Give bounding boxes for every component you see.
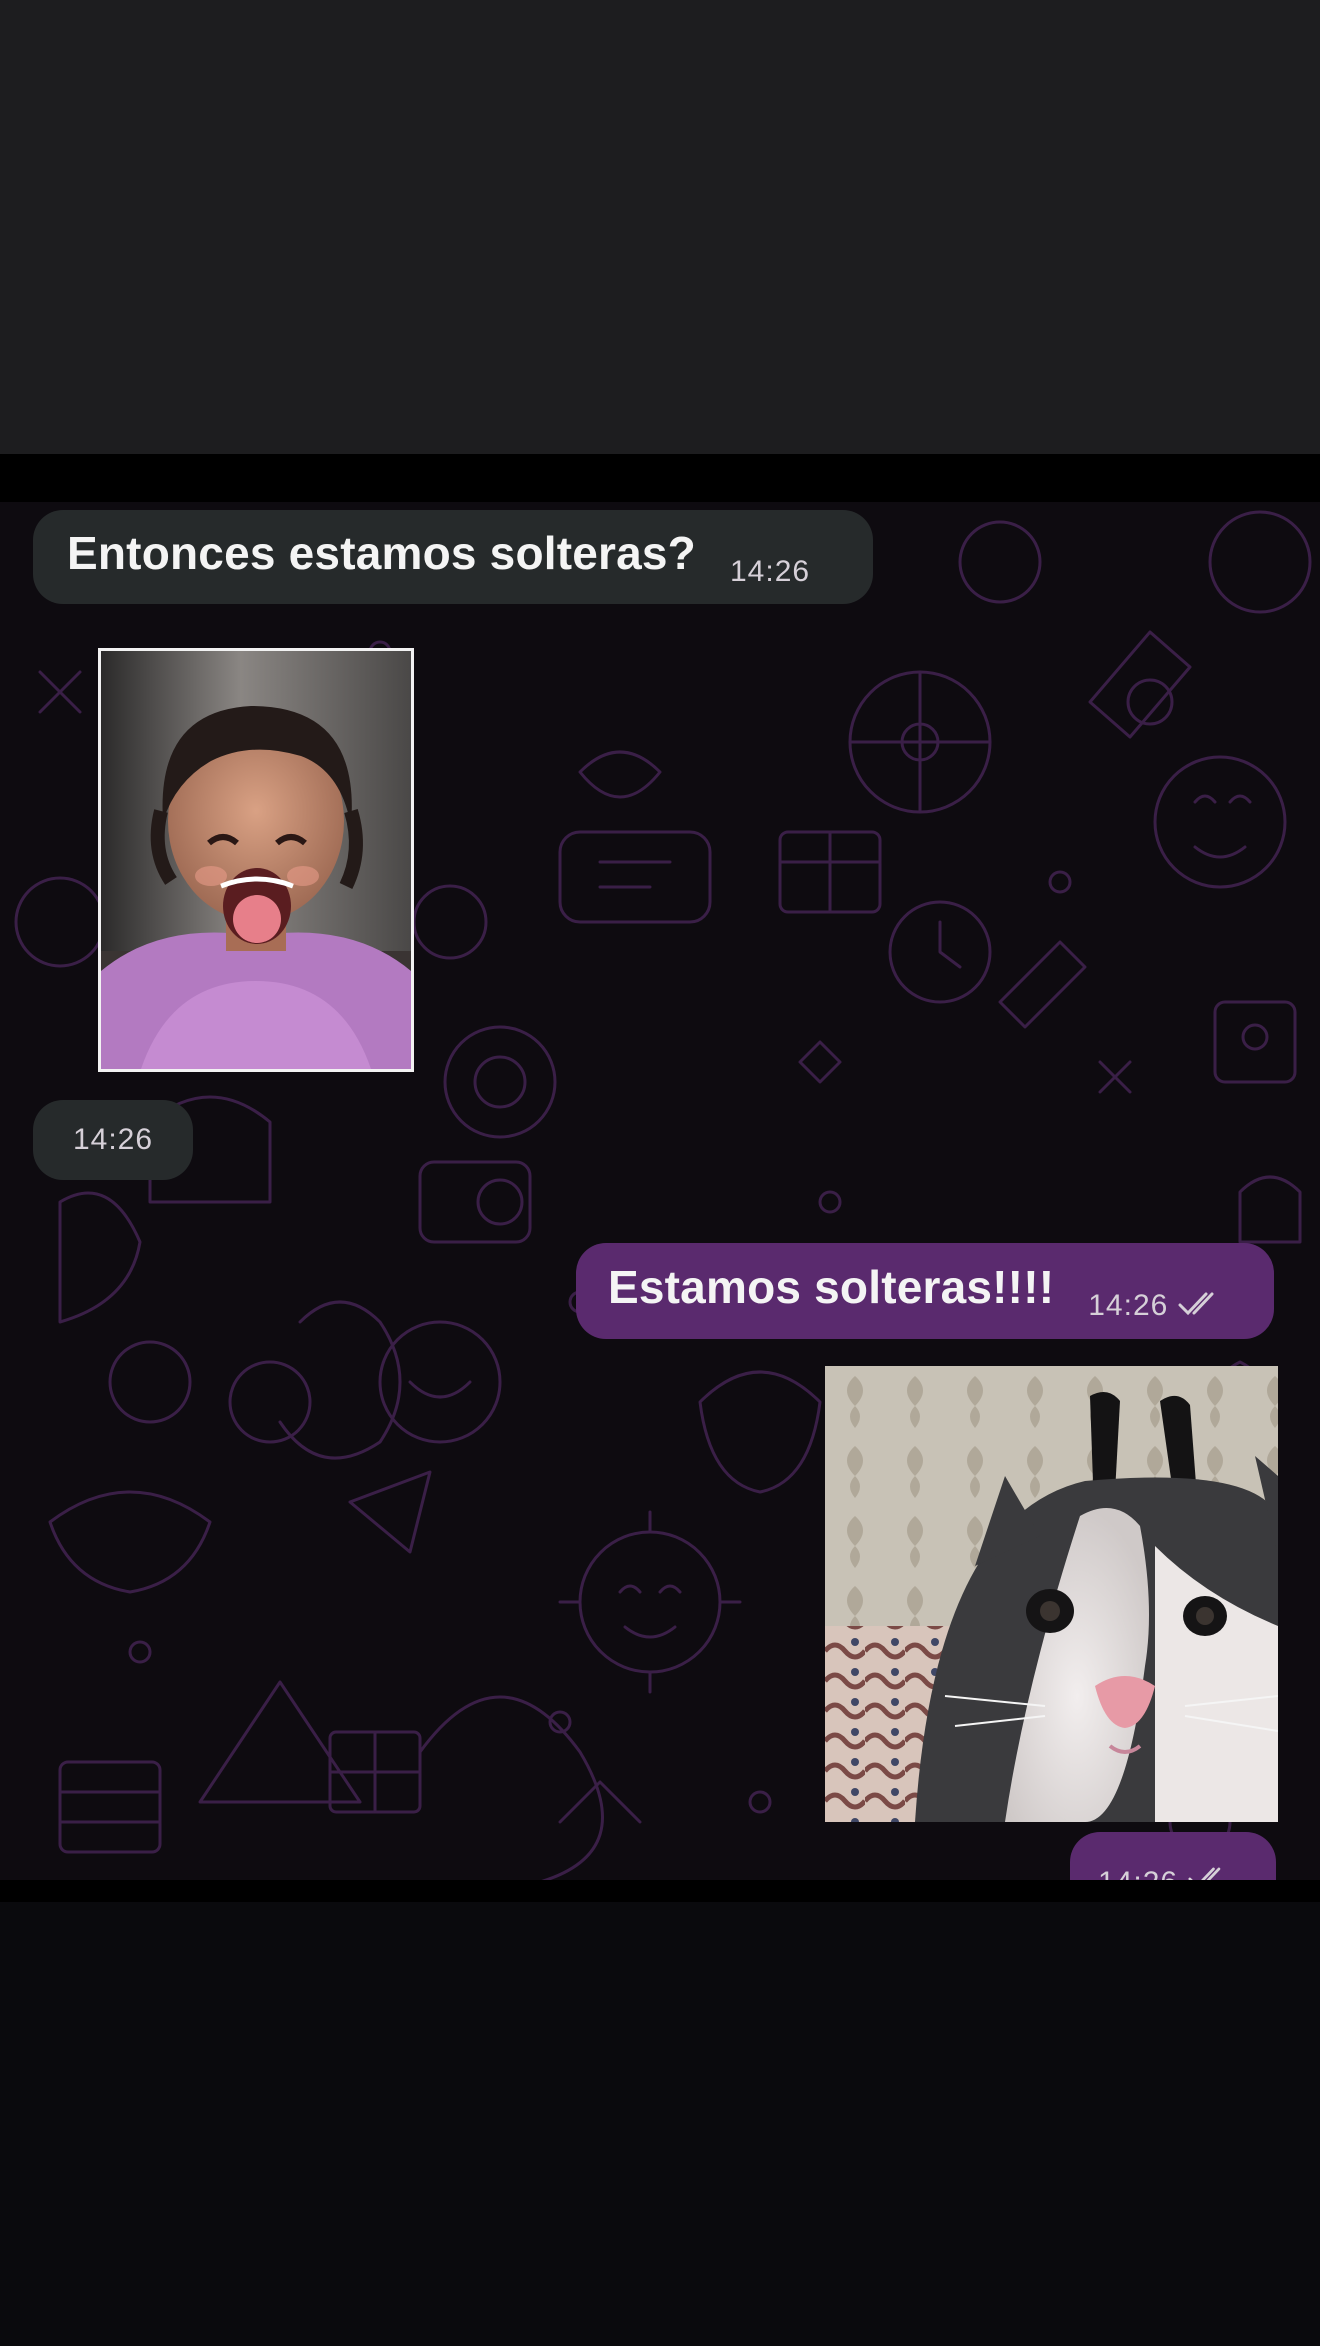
double-check-icon — [1188, 1866, 1228, 1880]
baby-photo-image — [101, 651, 411, 1069]
message-time: 14:26 — [730, 555, 811, 588]
top-blank-area — [0, 0, 1320, 454]
cat-photo-image — [825, 1366, 1278, 1822]
incoming-message-bubble[interactable]: Entonces estamos solteras? 14:26 — [33, 510, 873, 604]
message-time: 14:26 — [72, 1123, 154, 1156]
message-text: Entonces estamos solteras? — [67, 527, 696, 579]
outgoing-message-bubble[interactable]: Estamos solteras!!!! 14:26 — [576, 1243, 1274, 1339]
message-text: Estamos solteras!!!! — [608, 1261, 1055, 1313]
baby-laughing-photo[interactable] — [98, 648, 414, 1072]
bottom-blank-area — [0, 1902, 1320, 2346]
double-check-icon — [1178, 1291, 1222, 1322]
outgoing-image-time-bubble: 14:26 — [1070, 1832, 1276, 1880]
bottom-divider — [0, 1880, 1320, 1902]
incoming-image-time-bubble: 14:26 — [33, 1100, 193, 1180]
message-time: 14:26 — [1098, 1866, 1178, 1880]
message-time: 14:26 — [1088, 1289, 1169, 1322]
top-divider — [0, 454, 1320, 502]
chat-area[interactable]: Entonces estamos solteras? 14:26 14:26 E… — [0, 502, 1320, 1880]
cat-with-legs-photo[interactable] — [825, 1366, 1278, 1822]
